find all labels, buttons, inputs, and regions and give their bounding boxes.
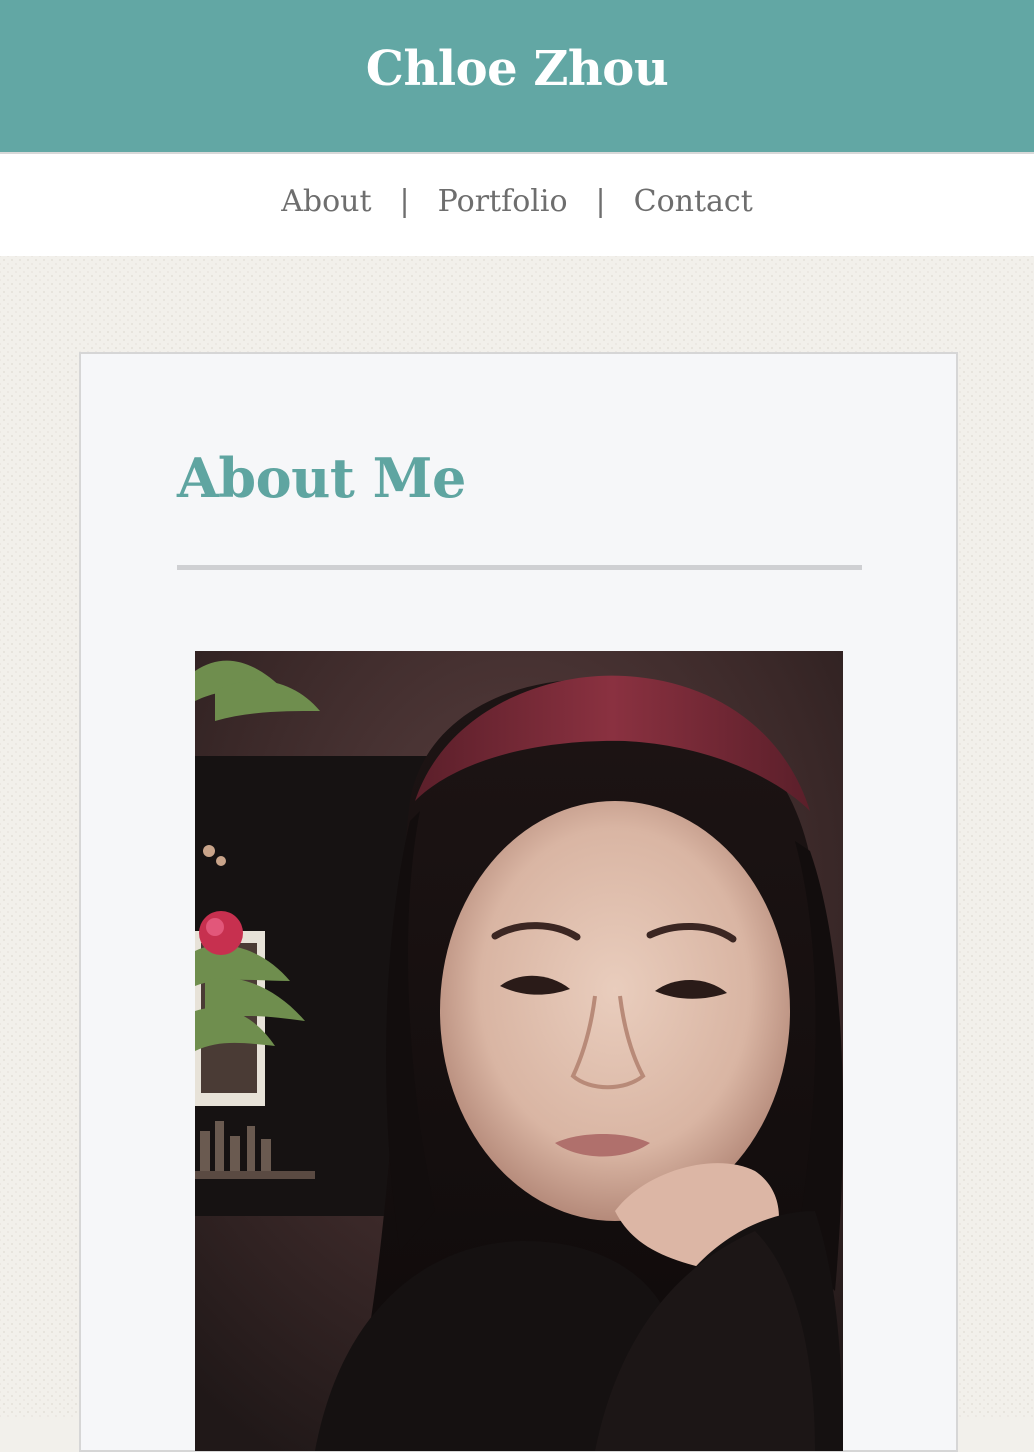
nav-separator: | [399,183,410,219]
heading-divider [177,565,862,570]
site-header: Chloe Zhou [0,0,1034,154]
content-card: About Me [79,352,958,1452]
main-nav: About | Portfolio | Contact [0,154,1034,256]
site-title[interactable]: Chloe Zhou [366,41,669,97]
nav-separator: | [595,183,606,219]
nav-link-contact[interactable]: Contact [634,184,753,219]
portrait-photo [195,651,843,1451]
page-title: About Me [177,446,466,510]
nav-link-about[interactable]: About [281,184,371,219]
nav-link-portfolio[interactable]: Portfolio [438,184,568,219]
